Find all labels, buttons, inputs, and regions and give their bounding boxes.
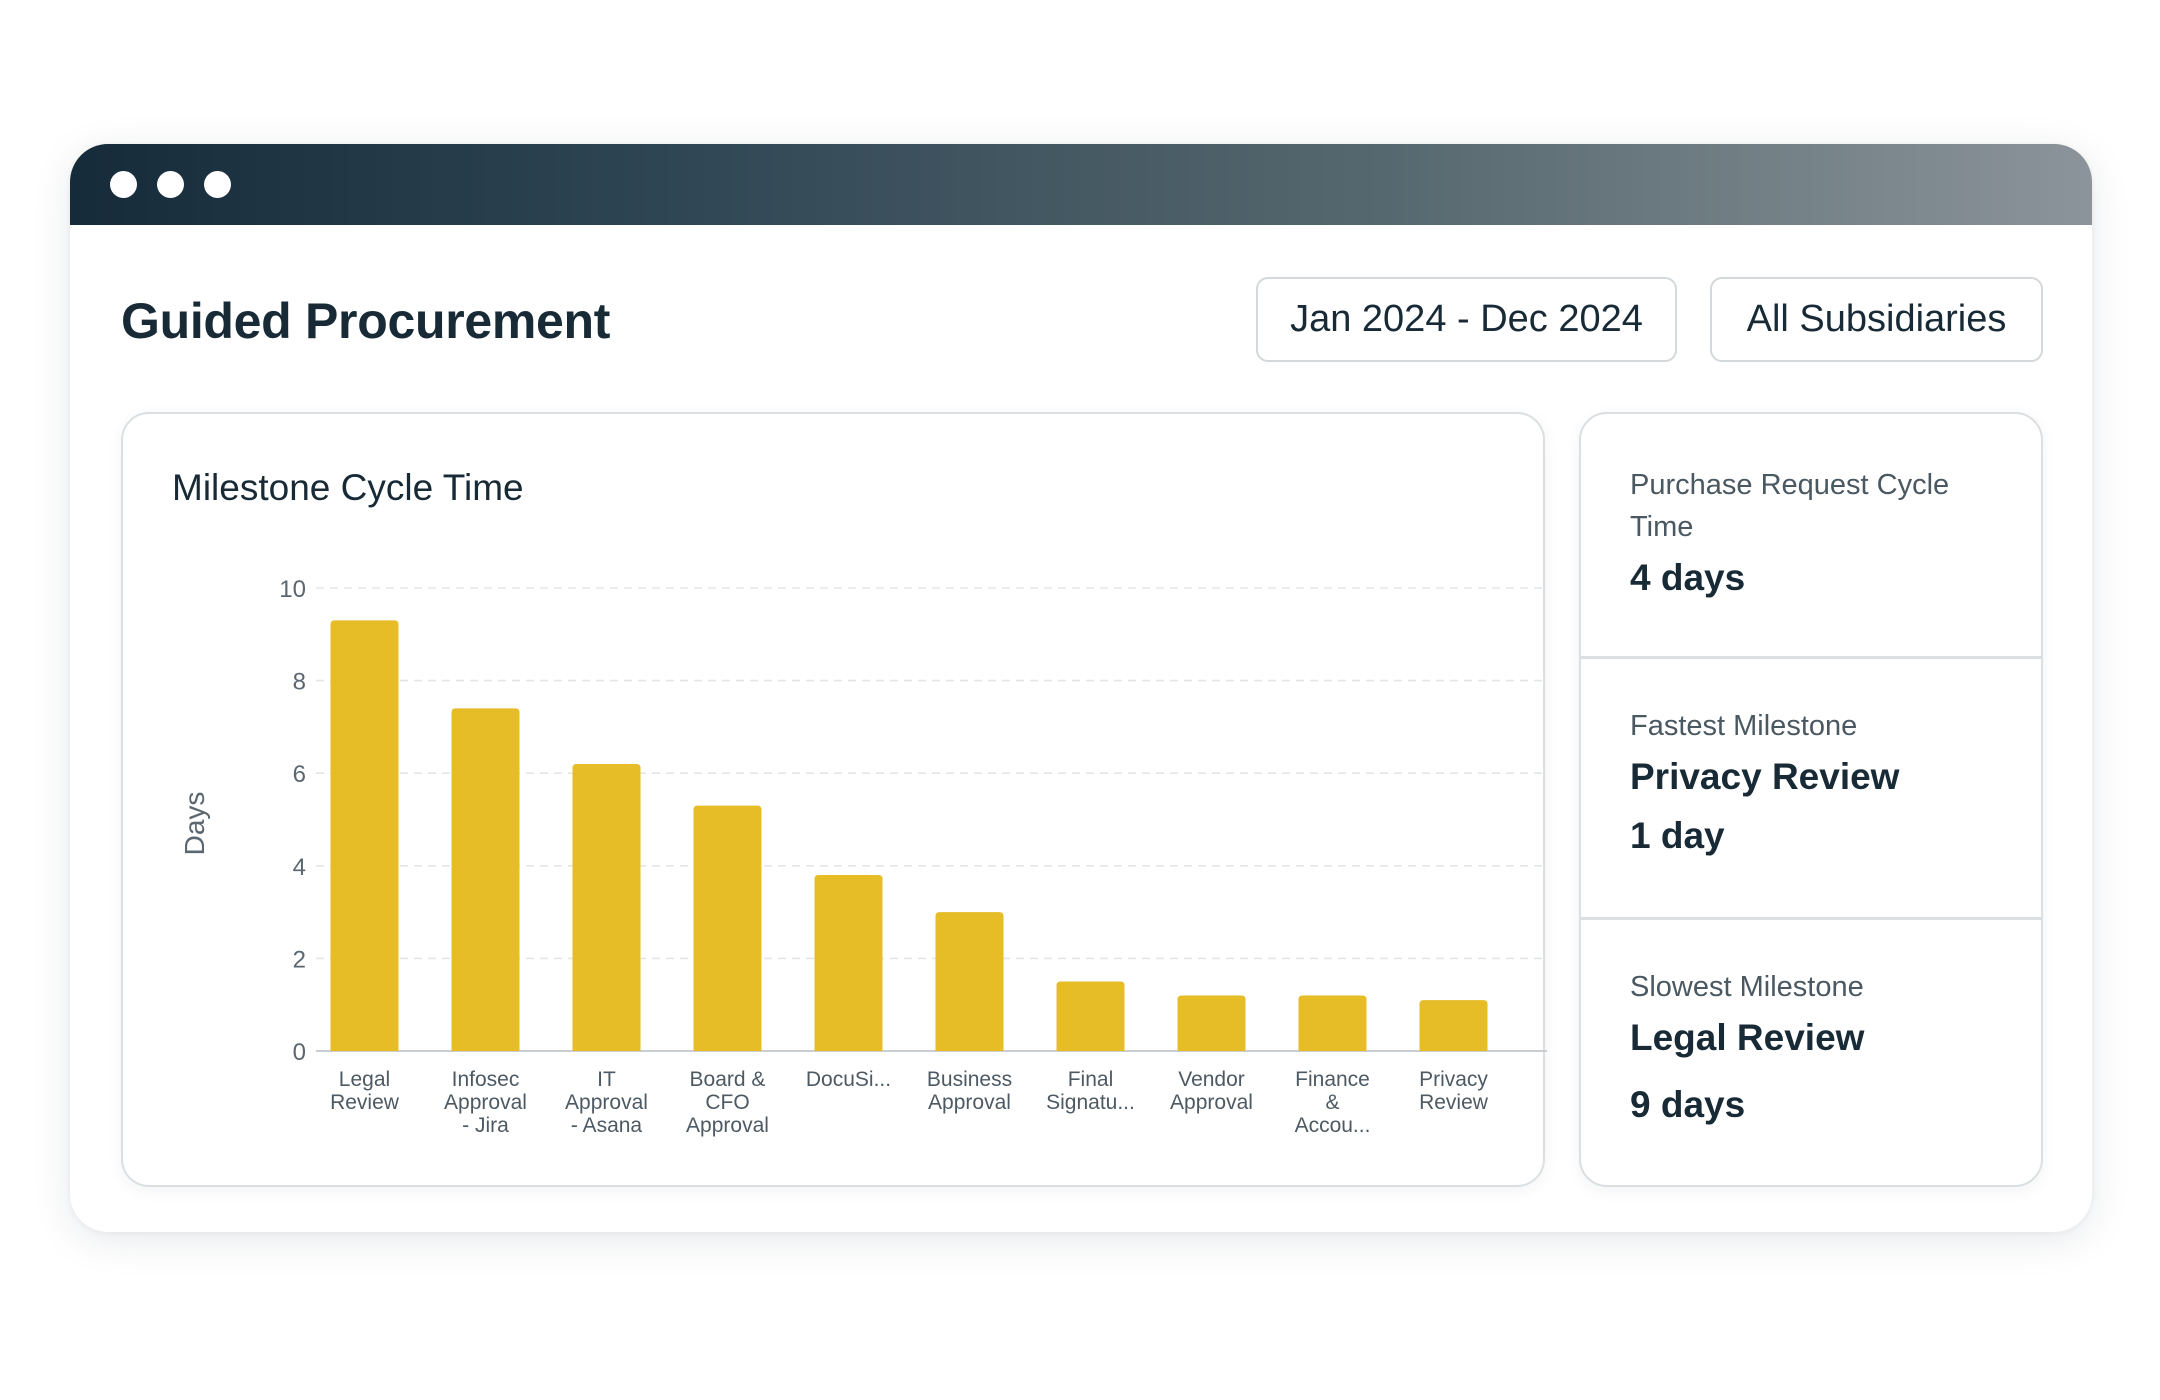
date-range-filter[interactable]: Jan 2024 - Dec 2024 xyxy=(1256,277,1677,362)
x-tick-label: Board & xyxy=(690,1068,766,1091)
stat-label: Purchase Request Cycle Time xyxy=(1630,469,1950,543)
x-tick-label: Business xyxy=(927,1068,1012,1091)
bar xyxy=(935,912,1004,1051)
subsidiary-filter[interactable]: All Subsidiaries xyxy=(1710,277,2043,362)
x-tick-label: Vendor xyxy=(1178,1068,1245,1091)
stat-value: 4 days xyxy=(1630,557,1746,598)
x-tick-label: CFO xyxy=(705,1091,749,1114)
bar xyxy=(1298,995,1367,1051)
stat-label: Slowest Milestone xyxy=(1630,971,1864,1003)
stat-milestone-name: Privacy Review xyxy=(1630,756,1900,797)
x-tick-label: Privacy xyxy=(1419,1068,1488,1091)
milestone-chart-card: Milestone Cycle Time 0 2 4 6 8 10 Days Legal Rev… xyxy=(121,412,1547,1187)
x-tick-label: Accou... xyxy=(1295,1114,1371,1137)
stat-value: 1 day xyxy=(1630,815,1725,856)
bar-chart: 0246810DaysLegalReviewInfosecApproval- J… xyxy=(179,576,1547,1137)
x-tick-label: Review xyxy=(1419,1091,1489,1114)
app-window: Guided Procurement Jan 2024 - Dec 2024 A… xyxy=(70,144,2092,1232)
bar xyxy=(693,805,762,1051)
x-tick-label: Final xyxy=(1068,1068,1114,1091)
bar xyxy=(572,763,641,1051)
bar xyxy=(1177,995,1246,1051)
bar xyxy=(451,708,520,1051)
x-tick-label: Infosec xyxy=(452,1068,520,1091)
y-axis-label: Days xyxy=(179,792,210,856)
x-tick-label: Approval xyxy=(444,1091,527,1114)
stats-card: Purchase Request Cycle Time 4 days Faste… xyxy=(1579,412,2043,1187)
x-tick-label: Approval xyxy=(1170,1091,1253,1114)
stat-value: 9 days xyxy=(1630,1084,1746,1125)
y-tick-label: 10 xyxy=(279,576,306,603)
x-tick-label: - Asana xyxy=(571,1114,643,1137)
bar xyxy=(330,620,399,1051)
x-tick-label: Signatu... xyxy=(1046,1091,1135,1114)
x-tick-label: DocuSi... xyxy=(806,1068,891,1091)
page-title: Guided Procurement xyxy=(121,293,611,349)
y-tick-label: 4 xyxy=(293,854,306,881)
x-tick-label: - Jira xyxy=(462,1114,509,1137)
bar xyxy=(1419,1000,1488,1051)
stat-milestone-name: Legal Review xyxy=(1630,1017,1865,1058)
y-tick-label: 8 xyxy=(293,669,306,696)
window-dot-icon[interactable] xyxy=(157,171,184,198)
stat-label: Fastest Milestone xyxy=(1630,710,1858,742)
x-tick-label: Review xyxy=(330,1091,400,1114)
bar xyxy=(1056,981,1125,1051)
x-tick-label: & xyxy=(1325,1091,1339,1114)
y-tick-label: 6 xyxy=(293,761,306,788)
cycle-time-stat: Purchase Request Cycle Time 4 days xyxy=(1581,414,2041,656)
y-tick-label: 0 xyxy=(293,1039,306,1066)
window-dot-icon[interactable] xyxy=(110,171,137,198)
x-tick-label: Legal xyxy=(339,1068,390,1091)
x-tick-label: Approval xyxy=(565,1091,648,1114)
window-titlebar xyxy=(70,144,2092,225)
bar xyxy=(814,875,883,1051)
x-tick-label: IT xyxy=(597,1068,616,1091)
y-tick-label: 2 xyxy=(293,946,306,973)
x-tick-label: Approval xyxy=(686,1114,769,1137)
fastest-milestone-stat: Fastest Milestone Privacy Review 1 day xyxy=(1581,658,2041,917)
x-tick-label: Finance xyxy=(1295,1068,1370,1091)
x-tick-label: Approval xyxy=(928,1091,1011,1114)
slowest-milestone-stat: Slowest Milestone Legal Review 9 days xyxy=(1581,919,2041,1185)
window-dot-icon[interactable] xyxy=(204,171,231,198)
